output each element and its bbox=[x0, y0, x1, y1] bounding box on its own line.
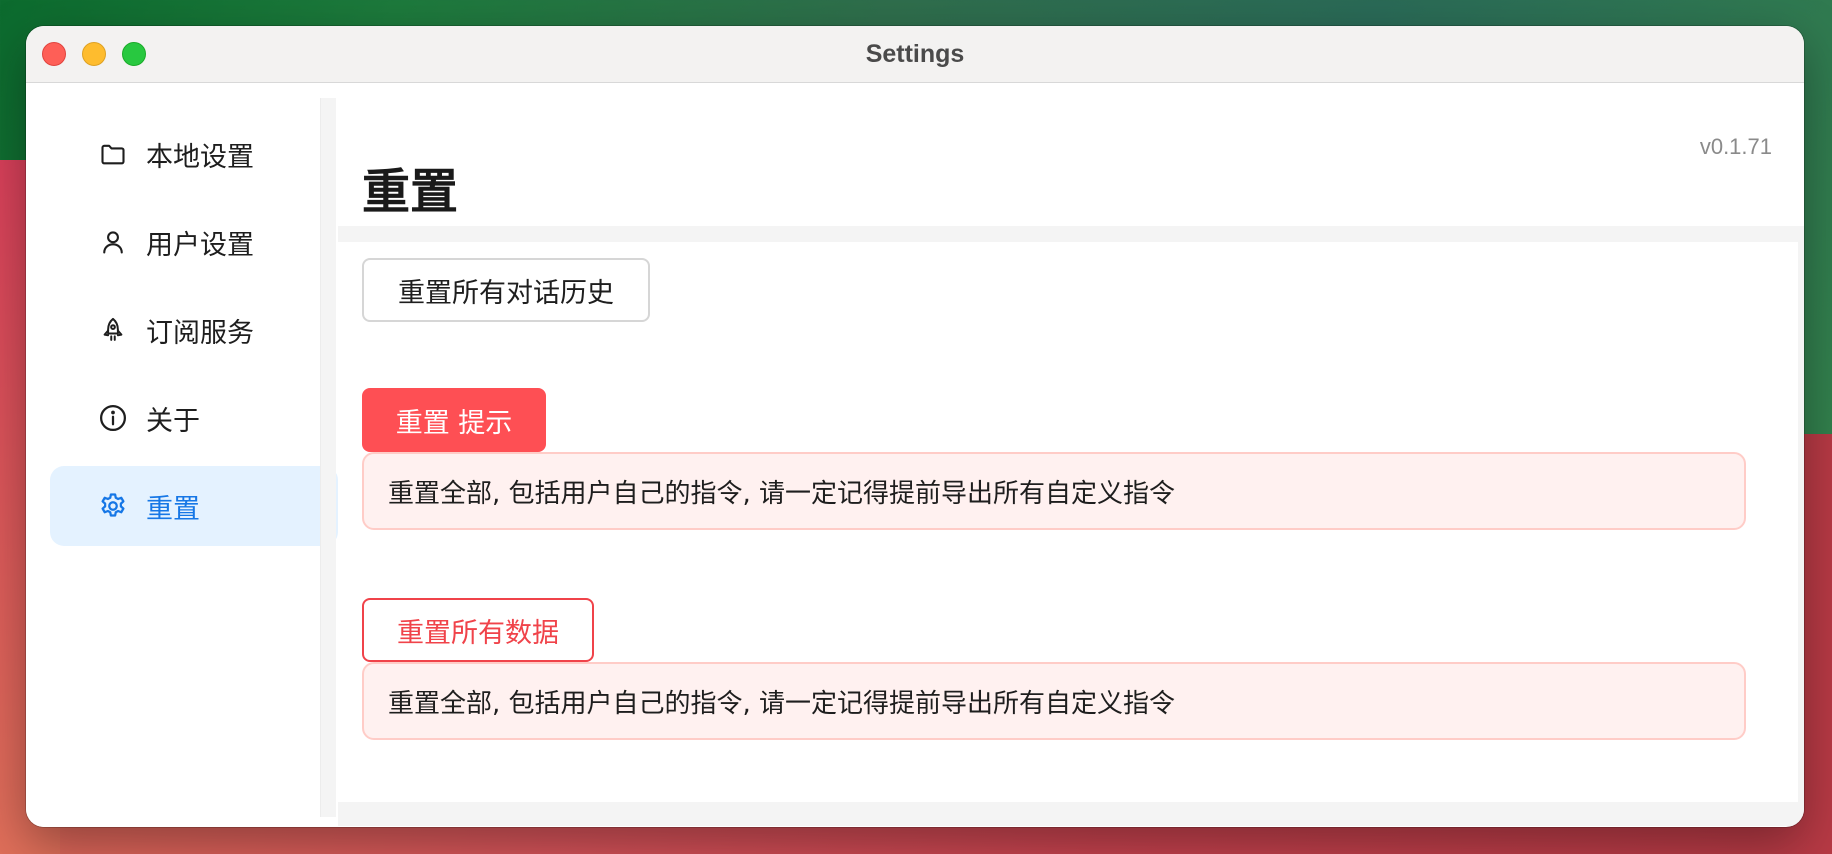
sidebar-item-label: 用户设置 bbox=[146, 229, 254, 261]
info-icon bbox=[98, 403, 128, 433]
rocket-icon bbox=[98, 315, 128, 345]
reset-history-button[interactable]: 重置所有对话历史 bbox=[362, 258, 650, 322]
page-title: 重置 bbox=[362, 164, 459, 220]
sidebar: 本地设置 用户设置 订阅服务 关于 重置 bbox=[26, 84, 338, 827]
sidebar-item-subscription[interactable]: 订阅服务 bbox=[50, 290, 338, 370]
sidebar-item-local-settings[interactable]: 本地设置 bbox=[50, 114, 338, 194]
sidebar-item-label: 本地设置 bbox=[146, 141, 254, 173]
gear-icon bbox=[98, 491, 128, 521]
main-panel: v0.1.71 重置 重置所有对话历史 重置 提示 重置全部, 包括用户自己的指… bbox=[338, 84, 1804, 827]
sidebar-item-label: 订阅服务 bbox=[146, 317, 254, 349]
title-bar: Settings bbox=[26, 26, 1804, 83]
reset-tip-button[interactable]: 重置 提示 bbox=[362, 388, 546, 452]
sidebar-item-label: 关于 bbox=[146, 405, 200, 437]
user-icon bbox=[98, 227, 128, 257]
sidebar-item-label: 重置 bbox=[146, 493, 200, 525]
version-label: v0.1.71 bbox=[1699, 134, 1772, 159]
reset-all-data-button[interactable]: 重置所有数据 bbox=[362, 598, 594, 662]
window-title: Settings bbox=[865, 40, 965, 68]
sidebar-item-user-settings[interactable]: 用户设置 bbox=[50, 202, 338, 282]
sidebar-item-reset[interactable]: 重置 bbox=[50, 466, 338, 546]
sidebar-divider bbox=[320, 98, 336, 817]
settings-window: Settings 本地设置 用户设置 订阅服务 关于 重置 v0.1.71 重置… bbox=[26, 26, 1804, 827]
reset-tip-alert: 重置全部, 包括用户自己的指令, 请一定记得提前导出所有自定义指令 bbox=[362, 452, 1746, 530]
reset-card: 重置所有对话历史 重置 提示 重置全部, 包括用户自己的指令, 请一定记得提前导… bbox=[338, 242, 1798, 802]
folder-icon bbox=[98, 139, 128, 169]
reset-all-alert: 重置全部, 包括用户自己的指令, 请一定记得提前导出所有自定义指令 bbox=[362, 662, 1746, 740]
sidebar-item-about[interactable]: 关于 bbox=[50, 378, 338, 458]
